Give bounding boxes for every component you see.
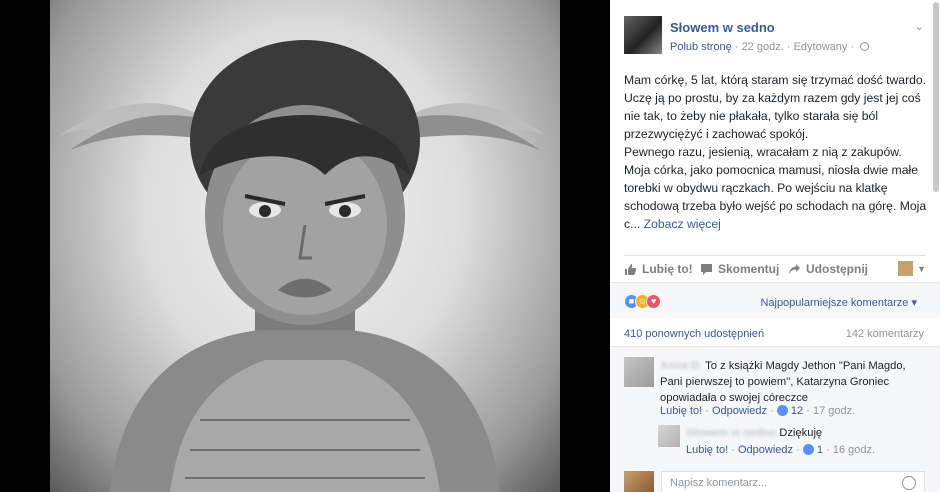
comment-time[interactable]: 17 godz.	[813, 405, 855, 417]
comment-sort-dropdown[interactable]: Najpopularniejsze komentarze ▾	[760, 296, 917, 309]
meta-separator: ·	[850, 41, 855, 53]
comments-count[interactable]: 142 komentarzy	[846, 328, 924, 340]
love-reaction-icon: ♥	[646, 294, 661, 309]
reactions-row: ■ ☺ ♥ Najpopularniejsze komentarze ▾	[610, 282, 940, 318]
post-paragraph: Mam córkę, 5 lat, którą staram się trzym…	[624, 73, 927, 141]
reply-time[interactable]: 16 godz.	[833, 444, 875, 456]
post-actions: Lubię to! Skomentuj Udostępnij ▼	[624, 261, 926, 281]
comment-reply-link[interactable]: Odpowiedz	[712, 405, 767, 417]
edited-label[interactable]: Edytowany	[794, 41, 848, 53]
camera-icon[interactable]	[902, 476, 916, 490]
like-button[interactable]: Lubię to!	[624, 262, 693, 276]
post-photo[interactable]	[50, 0, 560, 492]
reply-author[interactable]: Słowem w sedno	[686, 427, 776, 439]
reaction-summary[interactable]: ■ ☺ ♥	[624, 294, 661, 309]
comment-sort-label: Najpopularniejsze komentarze	[760, 297, 909, 309]
chevron-down-icon[interactable]: ⌄	[915, 20, 924, 33]
meta-separator: ·	[786, 41, 791, 53]
comment-like-link[interactable]: Lubię to!	[660, 405, 702, 417]
actor-selector[interactable]: ▼	[898, 261, 926, 276]
reply: Słowem w sedno Dziękuję	[686, 427, 822, 439]
reply-like-link[interactable]: Lubię to!	[686, 444, 728, 456]
like-reaction-icon	[776, 405, 788, 416]
comment-button[interactable]: Skomentuj	[700, 262, 779, 276]
scrollbar[interactable]	[933, 2, 939, 192]
photo-viewer	[0, 0, 610, 492]
share-button[interactable]: Udostępnij	[788, 262, 868, 276]
page-name[interactable]: Słowem w sedno	[670, 20, 775, 35]
comment-button-label: Skomentuj	[718, 262, 780, 276]
reply-like-count[interactable]: 1	[817, 444, 823, 456]
separator: ·	[806, 405, 810, 417]
comment-actions: Lubię to! · Odpowiedz · 12 · 17 godz.	[660, 405, 855, 417]
separator: ·	[731, 444, 735, 456]
comment-author[interactable]: Anna D.	[660, 360, 702, 372]
comment-icon	[701, 263, 712, 275]
post-header: Słowem w sedno ⌄ Polub stronę · 22 godz.…	[624, 16, 924, 56]
globe-icon[interactable]	[860, 42, 870, 51]
see-more-link[interactable]: Zobacz więcej	[644, 217, 721, 231]
meta-separator: ·	[734, 41, 739, 53]
girl-portrait-illustration	[60, 40, 545, 492]
separator: ·	[705, 405, 709, 417]
separator: ·	[770, 405, 774, 417]
post-meta: Polub stronę · 22 godz. · Edytowany ·	[670, 41, 870, 53]
thumbs-up-icon	[625, 263, 637, 275]
reply-reply-link[interactable]: Odpowiedz	[738, 444, 793, 456]
post-side-panel: Słowem w sedno ⌄ Polub stronę · 22 godz.…	[610, 0, 940, 492]
current-user-avatar	[624, 471, 654, 492]
comment-input[interactable]: Napisz komentarz...	[661, 471, 925, 492]
comment-like-count[interactable]: 12	[791, 405, 803, 417]
actor-avatar	[898, 261, 914, 276]
reply-avatar[interactable]	[658, 425, 680, 447]
post-paragraph: Pewnego razu, jesienią, wracałam z nią z…	[624, 143, 930, 233]
reply-text: Dziękuję	[779, 427, 823, 439]
separator: ·	[796, 444, 800, 456]
caret-down-icon: ▾	[911, 297, 917, 309]
share-button-label: Udostępnij	[806, 262, 868, 276]
separator: ·	[826, 444, 830, 456]
comment: Anna D. To z książki Magdy Jethon "Pani …	[660, 358, 922, 406]
commenter-avatar[interactable]	[624, 357, 654, 387]
comments-section: Anna D. To z książki Magdy Jethon "Pani …	[610, 346, 940, 492]
like-button-label: Lubię to!	[642, 262, 693, 276]
reply-actions: Lubię to! · Odpowiedz · 1 · 16 godz.	[686, 444, 875, 456]
post-time[interactable]: 22 godz.	[742, 41, 784, 53]
caret-down-icon: ▼	[917, 263, 926, 274]
divider	[624, 255, 926, 256]
like-reaction-icon	[802, 444, 814, 455]
page-avatar[interactable]	[624, 16, 662, 54]
shares-count[interactable]: 410 ponownych udostępnień	[624, 328, 764, 340]
post-text: Mam córkę, 5 lat, którą staram się trzym…	[624, 71, 930, 233]
share-icon	[789, 263, 800, 274]
like-page-link[interactable]: Polub stronę	[670, 41, 732, 53]
comment-input-placeholder: Napisz komentarz...	[670, 477, 768, 489]
